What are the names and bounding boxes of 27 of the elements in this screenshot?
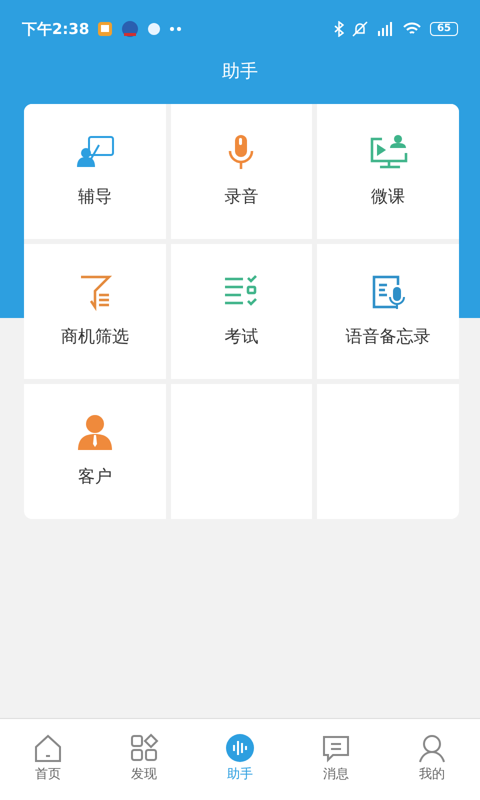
voice-icon	[225, 733, 255, 763]
battery-indicator: 65	[430, 22, 458, 36]
apps-icon	[129, 733, 159, 763]
bluetooth-icon	[334, 21, 344, 37]
tab[interactable]: 我的	[384, 719, 480, 800]
home-icon	[33, 733, 63, 763]
tool-tile[interactable]: 录音	[170, 104, 312, 239]
page-title: 助手	[221, 60, 259, 84]
message-icon	[321, 733, 351, 763]
more-icon	[169, 26, 184, 32]
tab[interactable]: 发现	[96, 719, 192, 800]
chat-icon	[147, 22, 162, 36]
notification-icon	[97, 21, 114, 37]
tool-tile[interactable]: 辅导	[24, 104, 166, 239]
profile-icon	[417, 733, 447, 763]
tab[interactable]: 消息	[288, 719, 384, 800]
tab[interactable]: 首页	[0, 719, 96, 800]
app-icon	[121, 20, 140, 38]
tool-tile[interactable]: 微课	[317, 104, 459, 239]
tool-tile[interactable]: 客户	[24, 384, 166, 519]
tool-tile[interactable]: 考试	[170, 244, 312, 379]
tool-tile[interactable]: 语音备忘录	[317, 244, 459, 379]
signal-icon	[376, 21, 394, 37]
mute-icon	[352, 21, 368, 37]
tool-tile[interactable]: 商机筛选	[24, 244, 166, 379]
status-time: 下午2:38	[22, 18, 90, 40]
video-lesson-icon	[368, 132, 408, 171]
